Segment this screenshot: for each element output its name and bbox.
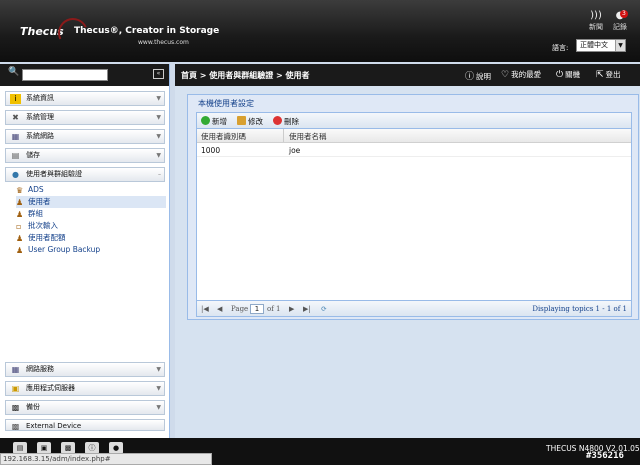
status-url: 192.168.3.15/adm/index.php# — [0, 453, 212, 465]
sidebar-section-storage[interactable]: ▤ 儲存 ▼ — [5, 148, 165, 163]
collapse-icon[interactable]: « — [153, 69, 164, 79]
network-service-icon: ▦ — [11, 365, 20, 374]
column-separator — [283, 129, 284, 142]
backup-tree-icon: ♟ — [16, 246, 24, 255]
log-badge: 3 — [620, 10, 628, 18]
column-header-user-id[interactable]: 使用者識別碼 — [201, 131, 246, 142]
grid-column-header: 使用者識別碼 使用者名稱 — [197, 129, 631, 143]
sidebar-section-system-network[interactable]: ▦ 系統網路 ▼ — [5, 129, 165, 144]
device-icon: ▩ — [11, 422, 20, 431]
app-server-icon: ▣ — [11, 384, 20, 393]
help-link[interactable]: ⓘ 說明 — [465, 69, 491, 82]
edit-icon — [237, 116, 246, 125]
panel-title: 本機使用者設定 — [196, 98, 256, 109]
help-icon: ⓘ — [465, 72, 475, 82]
expand-icon: ▼ — [156, 366, 161, 373]
page-of-label: of 1 — [267, 305, 281, 313]
chevron-down-icon: ▼ — [615, 40, 625, 51]
edit-button[interactable]: 修改 — [237, 116, 263, 127]
collapse-icon: – — [158, 171, 161, 178]
last-page-icon[interactable]: ▶| — [303, 305, 311, 313]
language-label: 語言: — [552, 44, 569, 52]
sidebar-section-system-management[interactable]: ✖ 系統管理 ▼ — [5, 110, 165, 125]
column-header-user-name[interactable]: 使用者名稱 — [289, 131, 327, 142]
top-navigation-bar: 首頁 > 使用者與群組驗證 > 使用者 ⓘ 說明 ♡ 我的最愛 ⏻ 關機 ⇱ 登出 — [175, 64, 640, 86]
add-button[interactable]: 新增 — [201, 116, 227, 127]
sidebar-section-users-groups[interactable]: ● 使用者與群組驗證 – — [5, 167, 165, 182]
next-page-icon[interactable]: ▶ — [289, 305, 294, 313]
cell-user-name: joe — [289, 146, 301, 155]
add-icon — [201, 116, 210, 125]
expand-icon: ▼ — [156, 152, 161, 159]
logout-link[interactable]: ⇱ 登出 — [596, 69, 621, 80]
network-icon: ▦ — [11, 132, 20, 141]
search-input[interactable] — [22, 69, 108, 81]
delete-icon — [273, 116, 282, 125]
breadcrumb: 首頁 > 使用者與群組驗證 > 使用者 — [181, 71, 310, 80]
info-icon: i — [10, 94, 21, 104]
search-icon: 🔍 — [8, 67, 20, 77]
tree-item-groups[interactable]: ♟ 群組 — [16, 208, 166, 220]
tagline: Thecus®, Creator in Storage — [74, 26, 220, 36]
grid-pager: |◀ ◀ Page 1 of 1 ▶ ▶| ⟳ Displaying topic… — [197, 300, 631, 316]
prev-page-icon[interactable]: ◀ — [217, 305, 222, 313]
power-icon: ⏻ — [556, 70, 564, 80]
cell-user-id: 1000 — [201, 146, 221, 155]
first-page-icon[interactable]: |◀ — [201, 305, 209, 313]
display-summary: Displaying topics 1 - 1 of 1 — [532, 305, 627, 313]
page-label: Page — [231, 305, 249, 313]
tree-item-ads[interactable]: ♛ ADS — [16, 184, 166, 196]
user-grid: 新增 修改 刪除 使用者識別碼 使用者名稱 1000 joe |◀ ◀ Page… — [196, 112, 632, 317]
local-user-settings-panel: 本機使用者設定 新增 修改 刪除 使用者識別碼 使用者名稱 1000 joe |… — [187, 94, 639, 320]
tree-item-user-quota[interactable]: ♟ 使用者配額 — [16, 232, 166, 244]
users-icon: ● — [12, 170, 19, 179]
sidebar-section-network-service[interactable]: ▦ 網路服務 ▼ — [5, 362, 165, 377]
delete-button[interactable]: 刪除 — [273, 116, 299, 127]
sidebar-search-bar: 🔍 « — [0, 64, 169, 86]
language-select[interactable]: 正體中文 ▼ — [576, 39, 626, 52]
site-url: www.thecus.com — [138, 39, 189, 46]
tree-item-users[interactable]: ♟ 使用者 — [16, 196, 166, 208]
sidebar-section-system-info[interactable]: i 系統資訊 ▼ — [5, 91, 165, 106]
logout-icon: ⇱ — [596, 70, 604, 80]
refresh-icon[interactable]: ⟳ — [321, 305, 327, 313]
tree-item-batch-input[interactable]: ▫ 批次輸入 — [16, 220, 166, 232]
favorite-link[interactable]: ♡ 我的最愛 — [501, 69, 541, 80]
sidebar-section-backup[interactable]: ▩ 備份 ▼ — [5, 400, 165, 415]
expand-icon: ▼ — [156, 133, 161, 140]
expand-icon: ▼ — [156, 95, 161, 102]
backup-icon: ▩ — [11, 403, 20, 412]
tree-item-user-group-backup[interactable]: ♟ User Group Backup — [16, 244, 166, 256]
expand-icon: ▼ — [156, 114, 161, 121]
table-row[interactable]: 1000 joe — [197, 143, 631, 157]
expand-icon: ▼ — [156, 404, 161, 411]
sidebar-section-app-server[interactable]: ▣ 應用程式伺服器 ▼ — [5, 381, 165, 396]
favorite-icon: ♡ — [501, 70, 510, 80]
tools-icon: ✖ — [12, 113, 19, 122]
expand-icon: ▼ — [156, 385, 161, 392]
shutdown-link[interactable]: ⏻ 關機 — [556, 69, 580, 80]
sidebar-section-external-device[interactable]: ▩ External Device — [5, 419, 165, 431]
watermark: #356216 — [586, 451, 624, 461]
grid-toolbar: 新增 修改 刪除 — [197, 113, 631, 129]
page-number-input[interactable]: 1 — [250, 304, 264, 314]
main-content: 本機使用者設定 新增 修改 刪除 使用者識別碼 使用者名稱 1000 joe |… — [175, 86, 640, 438]
storage-icon: ▤ — [11, 151, 20, 160]
header: Thecus Thecus®, Creator in Storage www.t… — [0, 0, 640, 62]
